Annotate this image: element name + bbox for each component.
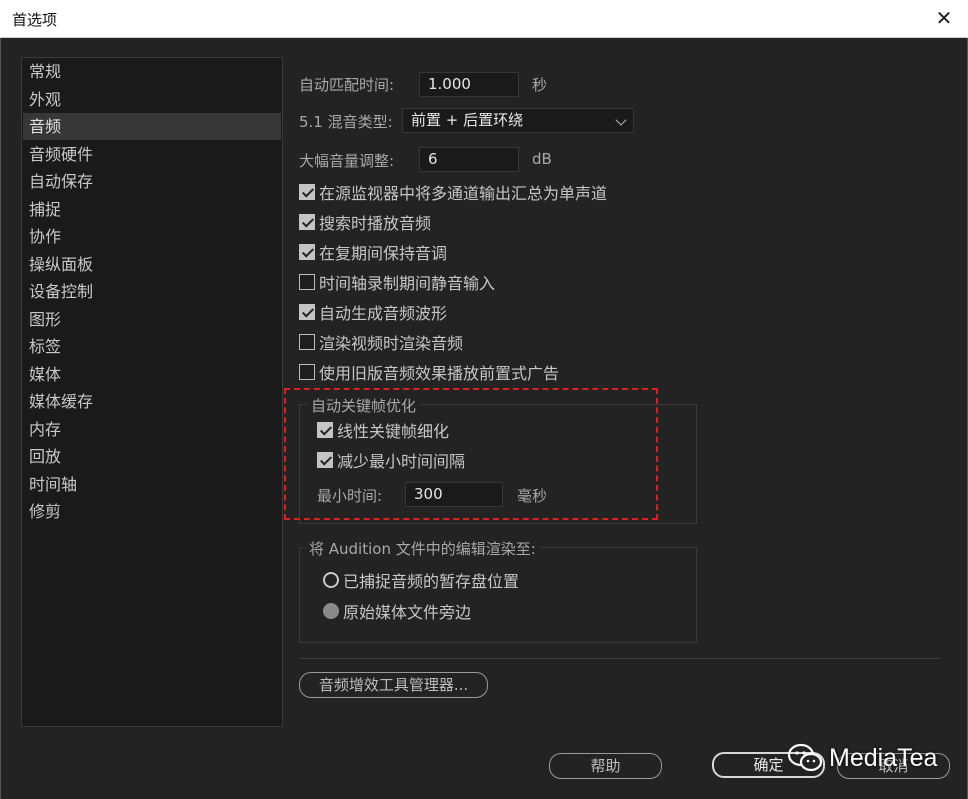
watermark-text: MediaTea — [829, 743, 938, 772]
option-label: 使用旧版音频效果播放前置式广告 — [319, 364, 560, 383]
option-label: 自动生成音频波形 — [319, 304, 448, 323]
sidebar-item-appearance[interactable]: 外观 — [23, 86, 281, 113]
window-title: 首选项 — [12, 11, 58, 29]
option-mute-input[interactable]: 时间轴录制期间静音输入 — [299, 271, 495, 293]
sidebar-item-timeline[interactable]: 时间轴 — [23, 471, 281, 498]
option-label: 原始媒体文件旁边 — [343, 603, 472, 622]
option-scrub-audio[interactable]: 搜索时播放音频 — [299, 211, 431, 233]
checkbox[interactable] — [299, 334, 315, 350]
sidebar-category-list: 常规 外观 音频 音频硬件 自动保存 捕捉 协作 操纵面板 设备控制 图形 标签… — [21, 57, 283, 727]
mix-type-select[interactable]: 前置 + 后置环绕 — [402, 108, 634, 133]
sidebar-item-audio[interactable]: 音频 — [23, 113, 281, 140]
sidebar-item-general[interactable]: 常规 — [23, 58, 281, 85]
option-next-to-original[interactable]: 原始媒体文件旁边 — [323, 600, 471, 622]
option-label: 已捕捉音频的暂存盘位置 — [343, 572, 520, 591]
audition-render-group — [299, 547, 697, 643]
sidebar-item-graphics[interactable]: 图形 — [23, 306, 281, 333]
sidebar-item-collaboration[interactable]: 协作 — [23, 223, 281, 250]
sidebar-item-media-cache[interactable]: 媒体缓存 — [23, 388, 281, 415]
auto-match-time-unit: 秒 — [532, 76, 548, 94]
sidebar-item-audio-hardware[interactable]: 音频硬件 — [23, 141, 281, 168]
sidebar-item-playback[interactable]: 回放 — [23, 443, 281, 470]
option-render-audio[interactable]: 渲染视频时渲染音频 — [299, 331, 463, 353]
wechat-icon — [787, 743, 823, 772]
volume-adjust-input[interactable]: 6 — [419, 147, 519, 172]
highlight-box — [284, 388, 658, 520]
auto-match-time-input[interactable]: 1.000 — [419, 72, 519, 97]
watermark: MediaTea — [787, 736, 937, 780]
sidebar-item-media[interactable]: 媒体 — [23, 361, 281, 388]
checkbox[interactable] — [299, 364, 315, 380]
radio-button[interactable] — [323, 572, 339, 588]
help-button[interactable]: 帮助 — [549, 753, 662, 779]
checkbox[interactable] — [299, 214, 315, 230]
option-auto-waveform[interactable]: 自动生成音频波形 — [299, 301, 447, 323]
option-label: 搜索时播放音频 — [319, 214, 432, 233]
option-mono-sum[interactable]: 在源监视器中将多通道输出汇总为单声道 — [299, 181, 607, 203]
checkbox[interactable] — [299, 244, 315, 260]
option-label: 在源监视器中将多通道输出汇总为单声道 — [319, 184, 608, 203]
chevron-down-icon — [615, 114, 627, 126]
auto-match-time-label: 自动匹配时间: — [299, 76, 395, 94]
checkbox[interactable] — [299, 184, 315, 200]
preferences-dialog: 常规 外观 音频 音频硬件 自动保存 捕捉 协作 操纵面板 设备控制 图形 标签… — [0, 38, 968, 799]
volume-adjust-unit: dB — [532, 150, 552, 168]
checkbox[interactable] — [299, 274, 315, 290]
audio-plugin-manager-button[interactable]: 音频增效工具管理器... — [299, 672, 488, 698]
sidebar-item-memory[interactable]: 内存 — [23, 416, 281, 443]
volume-adjust-label: 大幅音量调整: — [299, 152, 395, 170]
checkbox[interactable] — [299, 304, 315, 320]
sidebar-item-capture[interactable]: 捕捉 — [23, 196, 281, 223]
divider — [299, 658, 941, 659]
option-legacy-preroll[interactable]: 使用旧版音频效果播放前置式广告 — [299, 361, 559, 383]
mix-type-value: 前置 + 后置环绕 — [411, 111, 524, 129]
option-label: 在复期间保持音调 — [319, 244, 448, 263]
sidebar-item-trim[interactable]: 修剪 — [23, 498, 281, 525]
title-bar: 首选项 ✕ — [0, 0, 968, 38]
sidebar-item-control-surface[interactable]: 操纵面板 — [23, 251, 281, 278]
radio-button[interactable] — [323, 603, 339, 619]
option-scratch-disk[interactable]: 已捕捉音频的暂存盘位置 — [323, 569, 519, 591]
close-icon[interactable]: ✕ — [932, 6, 956, 30]
option-label: 渲染视频时渲染音频 — [319, 334, 464, 353]
option-label: 时间轴录制期间静音输入 — [319, 274, 496, 293]
audition-group-title: 将 Audition 文件中的编辑渲染至: — [305, 538, 540, 559]
option-maintain-pitch[interactable]: 在复期间保持音调 — [299, 241, 447, 263]
sidebar-item-device-control[interactable]: 设备控制 — [23, 278, 281, 305]
sidebar-item-labels[interactable]: 标签 — [23, 333, 281, 360]
mix-type-label: 5.1 混音类型: — [299, 113, 393, 131]
sidebar-item-auto-save[interactable]: 自动保存 — [23, 168, 281, 195]
